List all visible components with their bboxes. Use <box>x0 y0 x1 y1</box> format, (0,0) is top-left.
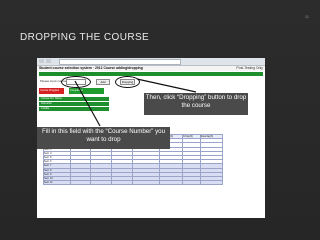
callout-arrows <box>74 78 197 127</box>
arrow-to-dropping-button <box>136 78 197 93</box>
arrow-to-course-input <box>74 80 101 127</box>
callout-dropping: Then, click “Dropping” button to drop th… <box>144 93 248 115</box>
callout-field: Fill in this field with the “Course Numb… <box>37 127 170 149</box>
slide: 11 DROPPING THE COURSE Student course se… <box>0 0 320 240</box>
